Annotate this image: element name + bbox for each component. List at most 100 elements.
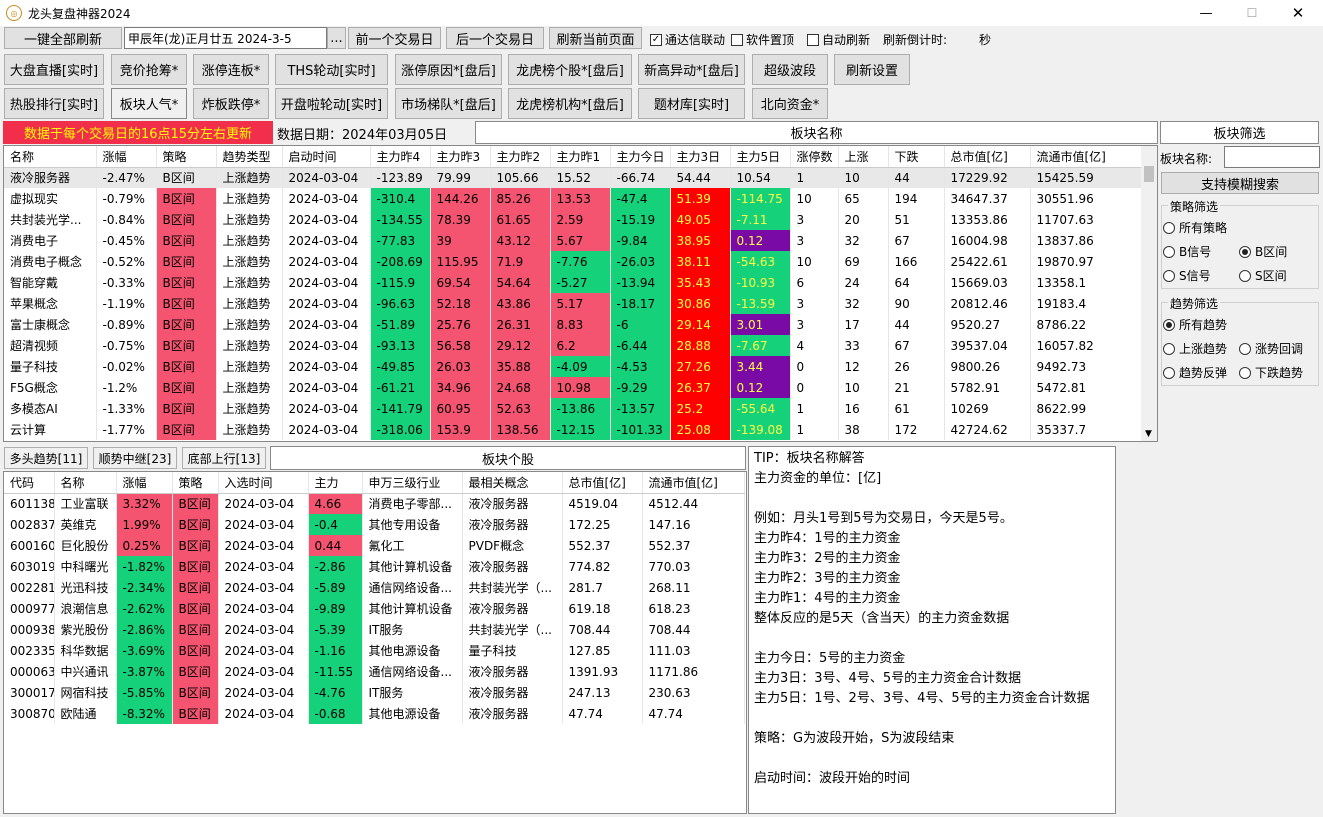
stock-row[interactable]: 000977 浪潮信息 -2.62% B区间 2024-03-04 -9.89 其他计算机设… [4, 598, 745, 619]
sector-row[interactable]: 共封装光学... -0.84% B区间 上涨趋势 2024-03-04 -134.55 78… [4, 209, 1145, 230]
radio-trend-down[interactable]: 下跌趋势 [1239, 364, 1303, 381]
date-field[interactable]: 甲辰年(龙)正月廿五 2024-3-5 [124, 27, 327, 49]
column-header[interactable]: 下跌 [888, 146, 945, 168]
radio-strategy-all[interactable]: 所有策略 [1163, 219, 1227, 236]
tab-bottom-up[interactable]: 底部上行[13] [182, 447, 266, 469]
fuzzy-search-button[interactable]: 支持模糊搜索 [1161, 172, 1319, 194]
nav-refresh-settings[interactable]: 刷新设置 [834, 54, 910, 85]
column-header[interactable]: 上涨 [838, 146, 889, 168]
radio-trend-all[interactable]: 所有趋势 [1163, 316, 1227, 333]
close-button[interactable]: ✕ [1275, 0, 1321, 26]
refresh-page-button[interactable]: 刷新当前页面 [549, 27, 642, 49]
stock-row[interactable]: 002335 科华数据 -3.69% B区间 2024-03-04 -1.16 其他电源设备… [4, 640, 745, 661]
sector-row[interactable]: 液冷服务器 -2.47% B区间 上涨趋势 2024-03-04 -123.89 79.99… [4, 167, 1145, 188]
column-header[interactable]: 主力昨4 [370, 146, 431, 168]
nav-limit-up-streak[interactable]: 涨停连板* [193, 54, 269, 85]
column-header[interactable]: 趋势类型 [216, 146, 283, 168]
sector-row[interactable]: 量子科技 -0.02% B区间 上涨趋势 2024-03-04 -49.85 26.03 35… [4, 356, 1145, 377]
nav-new-high[interactable]: 新高异动*[盘后] [638, 54, 745, 85]
column-header[interactable]: 总市值[亿] [944, 146, 1031, 168]
column-header[interactable]: 名称 [4, 146, 97, 168]
nav-super-wave[interactable]: 超级波段 [752, 54, 828, 85]
column-header[interactable]: 入选时间 [218, 472, 309, 494]
radio-strategy-s-range[interactable]: S区间 [1239, 267, 1287, 284]
radio-strategy-b-signal[interactable]: B信号 [1163, 243, 1211, 260]
column-header[interactable]: 主力3日 [670, 146, 731, 168]
nav-ths-rotation[interactable]: THS轮动[实时] [275, 54, 388, 85]
column-header[interactable]: 名称 [54, 472, 117, 494]
stock-row[interactable]: 603019 中科曙光 -1.82% B区间 2024-03-04 -2.86 其他计算机设… [4, 556, 745, 577]
nav-auction[interactable]: 竞价抢筹* [111, 54, 187, 85]
column-header[interactable]: 代码 [4, 472, 55, 494]
column-header[interactable]: 主力5日 [730, 146, 791, 168]
column-header[interactable]: 主力昨1 [550, 146, 611, 168]
stock-row[interactable]: 000938 紫光股份 -2.86% B区间 2024-03-04 -5.39 IT服务 共封… [4, 619, 745, 640]
sector-row[interactable]: F5G概念 -1.2% B区间 上涨趋势 2024-03-04 -61.21 34.96 24… [4, 377, 1145, 398]
radio-strategy-b-range[interactable]: B区间 [1239, 243, 1287, 260]
column-header[interactable]: 流通市值[亿] [642, 472, 745, 494]
radio-strategy-s-signal[interactable]: S信号 [1163, 267, 1211, 284]
next-trading-day-button[interactable]: 后一个交易日 [446, 27, 544, 49]
column-header[interactable]: 总市值[亿] [562, 472, 643, 494]
stock-row[interactable]: 601138 工业富联 3.32% B区间 2024-03-04 4.66 消费电子零部..… [4, 493, 745, 514]
stock-row[interactable]: 002281 光迅科技 -2.34% B区间 2024-03-04 -5.89 通信网络设备… [4, 577, 745, 598]
stock-row[interactable]: 300870 欧陆通 -8.32% B区间 2024-03-04 -0.68 其他电源设备液… [4, 703, 745, 724]
nav-hot-stock-rank[interactable]: 热股排行[实时] [4, 88, 104, 119]
table-cell: -5.39 [308, 619, 363, 640]
stock-row[interactable]: 600160 巨化股份 0.25% B区间 2024-03-04 0.44 氟化工 PVDF概… [4, 535, 745, 556]
column-header[interactable]: 策略 [156, 146, 217, 168]
column-header[interactable]: 策略 [172, 472, 219, 494]
sector-row[interactable]: 智能穿戴 -0.33% B区间 上涨趋势 2024-03-04 -115.9 69.54 54… [4, 272, 1145, 293]
nav-market-ladder[interactable]: 市场梯队*[盘后] [395, 88, 502, 119]
sector-row[interactable]: 富士康概念 -0.89% B区间 上涨趋势 2024-03-04 -51.89 25.76 2… [4, 314, 1145, 335]
column-header[interactable]: 流通市值[亿] [1030, 146, 1145, 168]
column-header[interactable]: 主力今日 [610, 146, 671, 168]
sector-row[interactable]: 消费电子 -0.45% B区间 上涨趋势 2024-03-04 -77.83 39 43.12… [4, 230, 1145, 251]
column-header[interactable]: 涨幅 [116, 472, 173, 494]
stock-row[interactable]: 000063 中兴通讯 -3.87% B区间 2024-03-04 -11.55 通信网络设… [4, 661, 745, 682]
nav-dragon-tiger-stock[interactable]: 龙虎榜个股*[盘后] [508, 54, 632, 85]
column-header[interactable]: 主力昨2 [490, 146, 551, 168]
radio-trend-up[interactable]: 上涨趋势 [1163, 340, 1227, 357]
sector-row[interactable]: 多模态AI -1.33% B区间 上涨趋势 2024-03-04 -141.79 60.95… [4, 398, 1145, 419]
minimize-button[interactable]: — [1183, 0, 1229, 26]
nav-sector-popularity[interactable]: 板块人气* [111, 88, 187, 119]
column-header[interactable]: 主力昨3 [430, 146, 491, 168]
maximize-button[interactable]: ☐ [1229, 0, 1275, 26]
column-header[interactable]: 最相关概念 [462, 472, 563, 494]
sector-scrollbar[interactable]: ▼ [1141, 146, 1157, 441]
radio-trend-rebound[interactable]: 趋势反弹 [1163, 364, 1227, 381]
filter-name-input[interactable] [1224, 146, 1320, 168]
sector-row[interactable]: 虚拟现实 -0.79% B区间 上涨趋势 2024-03-04 -310.4 144.26 8… [4, 188, 1145, 209]
tab-trend-relay[interactable]: 顺势中继[23] [93, 447, 177, 469]
sector-row[interactable]: 苹果概念 -1.19% B区间 上涨趋势 2024-03-04 -96.63 52.18 43… [4, 293, 1145, 314]
tdx-link-checkbox[interactable]: ✓ 通达信联动 [650, 31, 725, 48]
nav-market-live[interactable]: 大盘直播[实时] [4, 54, 104, 85]
nav-limit-up-reason[interactable]: 涨停原因*[盘后] [395, 54, 502, 85]
column-header[interactable]: 申万三级行业 [362, 472, 463, 494]
sector-row[interactable]: 云计算 -1.77% B区间 上涨趋势 2024-03-04 -318.06 153.9 13… [4, 419, 1145, 440]
column-header[interactable]: 主力 [308, 472, 363, 494]
refresh-all-button[interactable]: 一键全部刷新 [4, 27, 122, 49]
stock-row[interactable]: 300017 网宿科技 -5.85% B区间 2024-03-04 -4.76 IT服务 液冷… [4, 682, 745, 703]
prev-trading-day-button[interactable]: 前一个交易日 [348, 27, 441, 49]
sector-row[interactable]: 消费电子概念 -0.52% B区间 上涨趋势 2024-03-04 -208.69 115.… [4, 251, 1145, 272]
table-cell: 32 [838, 293, 889, 314]
radio-trend-pullback[interactable]: 涨势回调 [1239, 340, 1303, 357]
nav-dragon-tiger-inst[interactable]: 龙虎榜机构*[盘后] [508, 88, 632, 119]
column-header[interactable]: 启动时间 [282, 146, 371, 168]
nav-broken-limit[interactable]: 炸板跌停* [193, 88, 269, 119]
column-header[interactable]: 涨幅 [96, 146, 157, 168]
nav-theme-library[interactable]: 题材库[实时] [638, 88, 745, 119]
scroll-thumb[interactable] [1144, 166, 1154, 182]
column-header[interactable]: 涨停数 [790, 146, 839, 168]
tab-bull-trend[interactable]: 多头趋势[11] [4, 447, 88, 469]
nav-kaipanla-rotation[interactable]: 开盘啦轮动[实时] [275, 88, 388, 119]
scroll-down-icon[interactable]: ▼ [1145, 429, 1152, 439]
stock-row[interactable]: 002837 英维克 1.99% B区间 2024-03-04 -0.4 其他专用设备 液冷服… [4, 514, 745, 535]
nav-northbound[interactable]: 北向资金* [752, 88, 828, 119]
date-picker-button[interactable]: ... [327, 27, 346, 49]
sector-row[interactable]: 超清视频 -0.75% B区间 上涨趋势 2024-03-04 -93.13 56.58 29… [4, 335, 1145, 356]
pin-top-checkbox[interactable]: 软件置顶 [731, 31, 794, 48]
auto-refresh-checkbox[interactable]: 自动刷新 [807, 31, 870, 48]
